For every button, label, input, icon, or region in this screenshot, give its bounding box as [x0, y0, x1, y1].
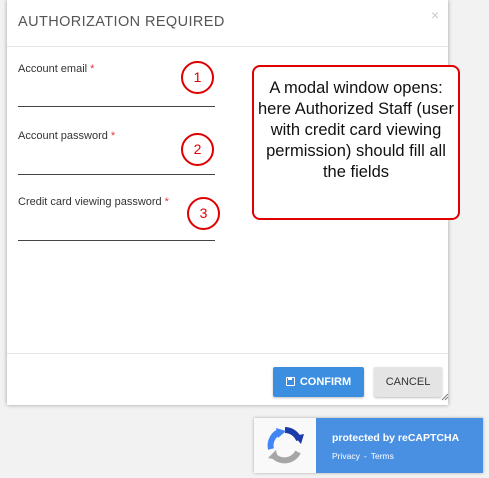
account-email-input[interactable]: [18, 106, 215, 107]
close-icon[interactable]: ×: [431, 8, 439, 22]
step-badge-1: 1: [181, 61, 214, 94]
account-email-label: Account email *: [18, 63, 94, 75]
account-email-label-text: Account email: [18, 63, 88, 75]
privacy-link[interactable]: Privacy: [332, 451, 360, 461]
credit-card-password-input[interactable]: [18, 240, 215, 241]
credit-card-password-label: Credit card viewing password *: [18, 196, 169, 208]
recaptcha-links: Privacy - Terms: [332, 451, 400, 461]
recaptcha-panel: protected by reCAPTCHA Privacy - Terms: [316, 418, 483, 473]
terms-link[interactable]: Terms: [371, 451, 394, 461]
modal-title: AUTHORIZATION REQUIRED: [18, 14, 225, 30]
save-icon: [285, 377, 295, 386]
modal-footer-divider: [7, 353, 448, 354]
account-password-input[interactable]: [18, 174, 215, 175]
cancel-button-label: CANCEL: [385, 376, 431, 388]
credit-card-password-label-text: Credit card viewing password: [18, 196, 162, 208]
instruction-callout: A modal window opens: here Authorized St…: [252, 65, 460, 220]
confirm-button[interactable]: CONFIRM: [273, 367, 364, 397]
step-badge-2: 2: [181, 133, 214, 166]
required-marker: *: [164, 196, 169, 208]
required-marker: *: [90, 63, 95, 75]
resize-handle-icon[interactable]: [441, 393, 449, 401]
recaptcha-protected-text: protected by reCAPTCHA: [332, 432, 460, 444]
cancel-button[interactable]: CANCEL: [374, 367, 442, 397]
recaptcha-badge[interactable]: protected by reCAPTCHA Privacy - Terms: [254, 418, 483, 473]
authorization-modal: AUTHORIZATION REQUIRED × Account email * …: [7, 0, 460, 405]
modal-header: AUTHORIZATION REQUIRED ×: [7, 0, 448, 47]
recaptcha-logo-icon: [254, 418, 316, 473]
link-separator: -: [363, 451, 367, 461]
step-badge-3: 3: [187, 197, 220, 230]
account-password-label: Account password *: [18, 130, 115, 142]
account-password-label-text: Account password: [18, 130, 108, 142]
confirm-button-label: CONFIRM: [299, 376, 352, 388]
required-marker: *: [110, 130, 116, 142]
